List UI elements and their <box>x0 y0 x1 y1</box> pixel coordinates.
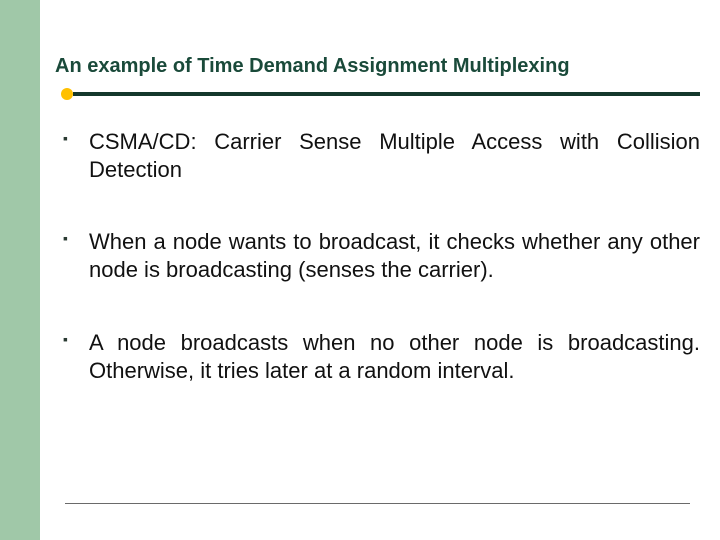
bottom-rule <box>65 503 690 504</box>
left-accent-bar <box>0 0 40 540</box>
list-item: CSMA/CD: Carrier Sense Multiple Access w… <box>55 128 700 184</box>
list-item: When a node wants to broadcast, it check… <box>55 228 700 284</box>
slide-content: An example of Time Demand Assignment Mul… <box>55 0 700 429</box>
title-rule-line <box>73 92 700 96</box>
bullet-list: CSMA/CD: Carrier Sense Multiple Access w… <box>55 128 700 385</box>
slide-title: An example of Time Demand Assignment Mul… <box>55 55 700 78</box>
title-dot-icon <box>61 88 73 100</box>
title-divider <box>55 86 700 104</box>
list-item: A node broadcasts when no other node is … <box>55 329 700 385</box>
